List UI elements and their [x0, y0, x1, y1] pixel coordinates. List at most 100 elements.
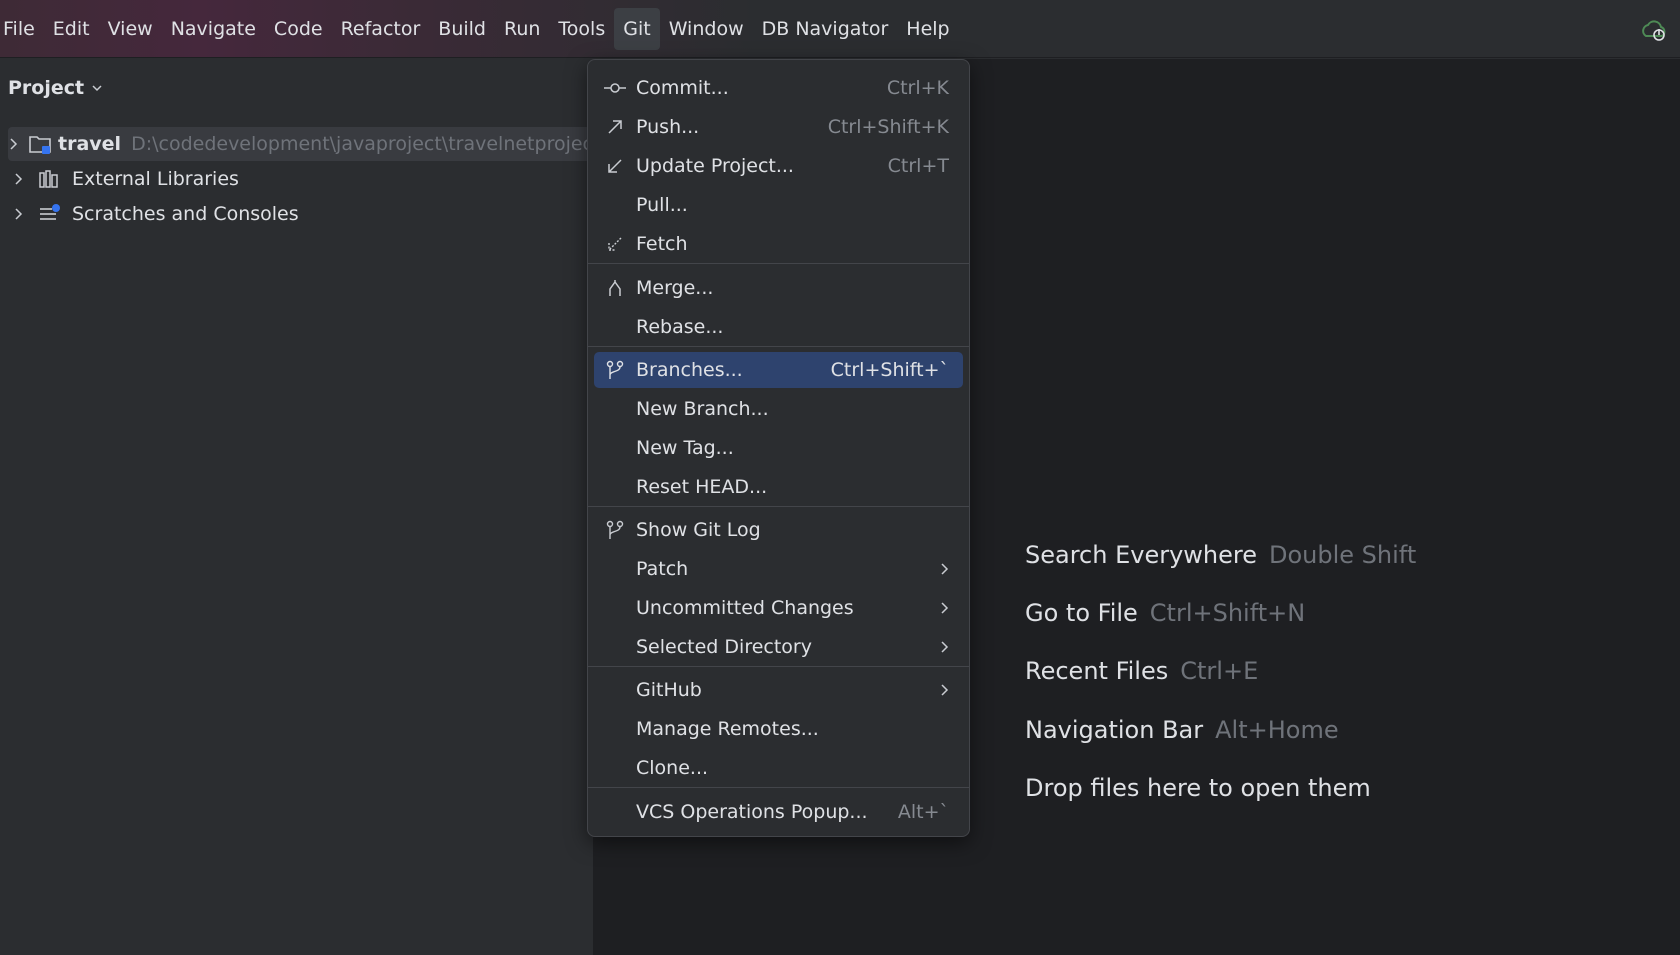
hint-go-to-file: Go to File Ctrl+Shift+N — [1025, 599, 1305, 627]
fetch-icon — [600, 236, 630, 252]
menu-item-label: Branches... — [636, 359, 743, 381]
menu-item-label: Manage Remotes... — [636, 718, 819, 740]
menu-separator — [588, 666, 969, 667]
menu-refactor[interactable]: Refactor — [332, 8, 430, 50]
menu-edit[interactable]: Edit — [44, 8, 99, 50]
chevron-right-icon[interactable] — [8, 207, 30, 221]
cloud-power-icon[interactable] — [1640, 16, 1668, 44]
menu-item-label: Clone... — [636, 757, 709, 779]
hint-navigation-bar: Navigation Bar Alt+Home — [1025, 716, 1339, 744]
menu-separator — [588, 263, 969, 264]
menu-help[interactable]: Help — [897, 8, 958, 50]
menu-item-show-git-log[interactable]: Show Git Log — [594, 512, 963, 548]
menu-code[interactable]: Code — [265, 8, 332, 50]
tree-item-label: travel — [58, 133, 122, 155]
tree-item-label: External Libraries — [72, 168, 239, 190]
menu-separator — [588, 506, 969, 507]
project-title: Project — [8, 77, 85, 99]
chevron-right-icon — [939, 683, 949, 697]
menu-item-github[interactable]: GitHub — [594, 672, 963, 708]
menu-item-uncommitted-changes[interactable]: Uncommitted Changes — [594, 590, 963, 626]
menu-item-merge[interactable]: Merge... — [594, 270, 963, 306]
menu-item-fetch[interactable]: Fetch — [594, 226, 963, 262]
menu-item-push[interactable]: Push... Ctrl+Shift+K — [594, 109, 963, 145]
git-menu-popup: Commit... Ctrl+K Push... Ctrl+Shift+K Up… — [587, 59, 970, 837]
hint-shortcut: Ctrl+E — [1180, 657, 1259, 685]
merge-icon — [600, 279, 630, 297]
update-arrow-icon — [600, 158, 630, 174]
hint-label: Drop files here to open them — [1025, 774, 1371, 802]
menu-item-shortcut: Ctrl+K — [886, 77, 949, 99]
menu-item-branches[interactable]: Branches... Ctrl+Shift+` — [594, 352, 963, 388]
menu-item-update-project[interactable]: Update Project... Ctrl+T — [594, 148, 963, 184]
menu-item-label: VCS Operations Popup... — [636, 801, 868, 823]
menu-item-label: Patch — [636, 558, 689, 580]
menu-item-shortcut: Ctrl+T — [887, 155, 949, 177]
menu-item-shortcut: Ctrl+Shift+` — [830, 359, 949, 381]
hint-label: Navigation Bar — [1025, 716, 1204, 744]
menu-item-label: Push... — [636, 116, 700, 138]
menu-item-label: Rebase... — [636, 316, 724, 338]
menu-item-selected-directory[interactable]: Selected Directory — [594, 629, 963, 665]
chevron-right-icon — [939, 562, 949, 576]
menu-run[interactable]: Run — [495, 8, 549, 50]
scratches-icon — [38, 203, 66, 225]
menu-item-vcs-operations-popup[interactable]: VCS Operations Popup... Alt+` — [594, 794, 963, 830]
menu-item-pull[interactable]: Pull... — [594, 187, 963, 223]
push-arrow-icon — [600, 119, 630, 135]
menu-view[interactable]: View — [99, 8, 162, 50]
hint-drop-files: Drop files here to open them — [1025, 774, 1371, 802]
menu-item-label: GitHub — [636, 679, 702, 701]
tree-item-scratches[interactable]: Scratches and Consoles — [8, 197, 593, 231]
tree-item-external-libraries[interactable]: External Libraries — [8, 162, 593, 196]
menu-navigate[interactable]: Navigate — [162, 8, 265, 50]
chevron-right-icon[interactable] — [8, 172, 30, 186]
chevron-right-icon[interactable] — [8, 137, 20, 151]
menu-separator — [588, 346, 969, 347]
menu-item-label: Pull... — [636, 194, 688, 216]
chevron-right-icon — [939, 640, 949, 654]
hint-label: Recent Files — [1025, 657, 1169, 685]
menu-git[interactable]: Git — [614, 7, 660, 50]
menu-item-label: Reset HEAD... — [636, 476, 768, 498]
menu-db-navigator[interactable]: DB Navigator — [753, 8, 898, 50]
menu-item-rebase[interactable]: Rebase... — [594, 309, 963, 345]
menu-item-shortcut: Ctrl+Shift+K — [827, 116, 949, 138]
menu-item-label: Show Git Log — [636, 519, 761, 541]
menu-item-label: Selected Directory — [636, 636, 812, 658]
menu-item-clone[interactable]: Clone... — [594, 750, 963, 786]
menu-item-label: New Branch... — [636, 398, 769, 420]
menu-build[interactable]: Build — [429, 8, 495, 50]
chevron-right-icon — [939, 601, 949, 615]
chevron-down-icon — [92, 85, 102, 92]
hint-shortcut: Ctrl+Shift+N — [1149, 599, 1306, 627]
menu-item-label: Update Project... — [636, 155, 794, 177]
menu-item-reset-head[interactable]: Reset HEAD... — [594, 469, 963, 505]
main-menu-bar: File Edit View Navigate Code Refactor Bu… — [0, 0, 1680, 58]
menu-separator — [588, 787, 969, 788]
project-path: D:\codedevelopment\javaproject\travelnet… — [131, 133, 593, 155]
menu-file[interactable]: File — [0, 8, 44, 50]
menu-item-manage-remotes[interactable]: Manage Remotes... — [594, 711, 963, 747]
project-header[interactable]: Project — [8, 77, 104, 99]
menu-item-label: Merge... — [636, 277, 714, 299]
menu-item-commit[interactable]: Commit... Ctrl+K — [594, 70, 963, 106]
tree-item-label: Scratches and Consoles — [72, 203, 299, 225]
menu-item-new-branch[interactable]: New Branch... — [594, 391, 963, 427]
menu-item-label: New Tag... — [636, 437, 734, 459]
menu-item-shortcut: Alt+` — [897, 801, 949, 823]
menu-window[interactable]: Window — [660, 8, 753, 50]
menu-item-label: Fetch — [636, 233, 688, 255]
hint-label: Search Everywhere — [1025, 541, 1257, 569]
menu-item-new-tag[interactable]: New Tag... — [594, 430, 963, 466]
hint-recent-files: Recent Files Ctrl+E — [1025, 657, 1258, 685]
menu-item-patch[interactable]: Patch — [594, 551, 963, 587]
menu-tools[interactable]: Tools — [549, 8, 614, 50]
hint-search-everywhere: Search Everywhere Double Shift — [1025, 541, 1416, 569]
project-tool-window: Project travel D:\codedevelopment\javapr… — [0, 59, 594, 955]
branch-icon — [600, 360, 630, 380]
hint-label: Go to File — [1025, 599, 1138, 627]
library-icon — [38, 169, 66, 189]
menu-item-label: Commit... — [636, 77, 729, 99]
tree-item-travel[interactable]: travel D:\codedevelopment\javaproject\tr… — [8, 127, 593, 161]
